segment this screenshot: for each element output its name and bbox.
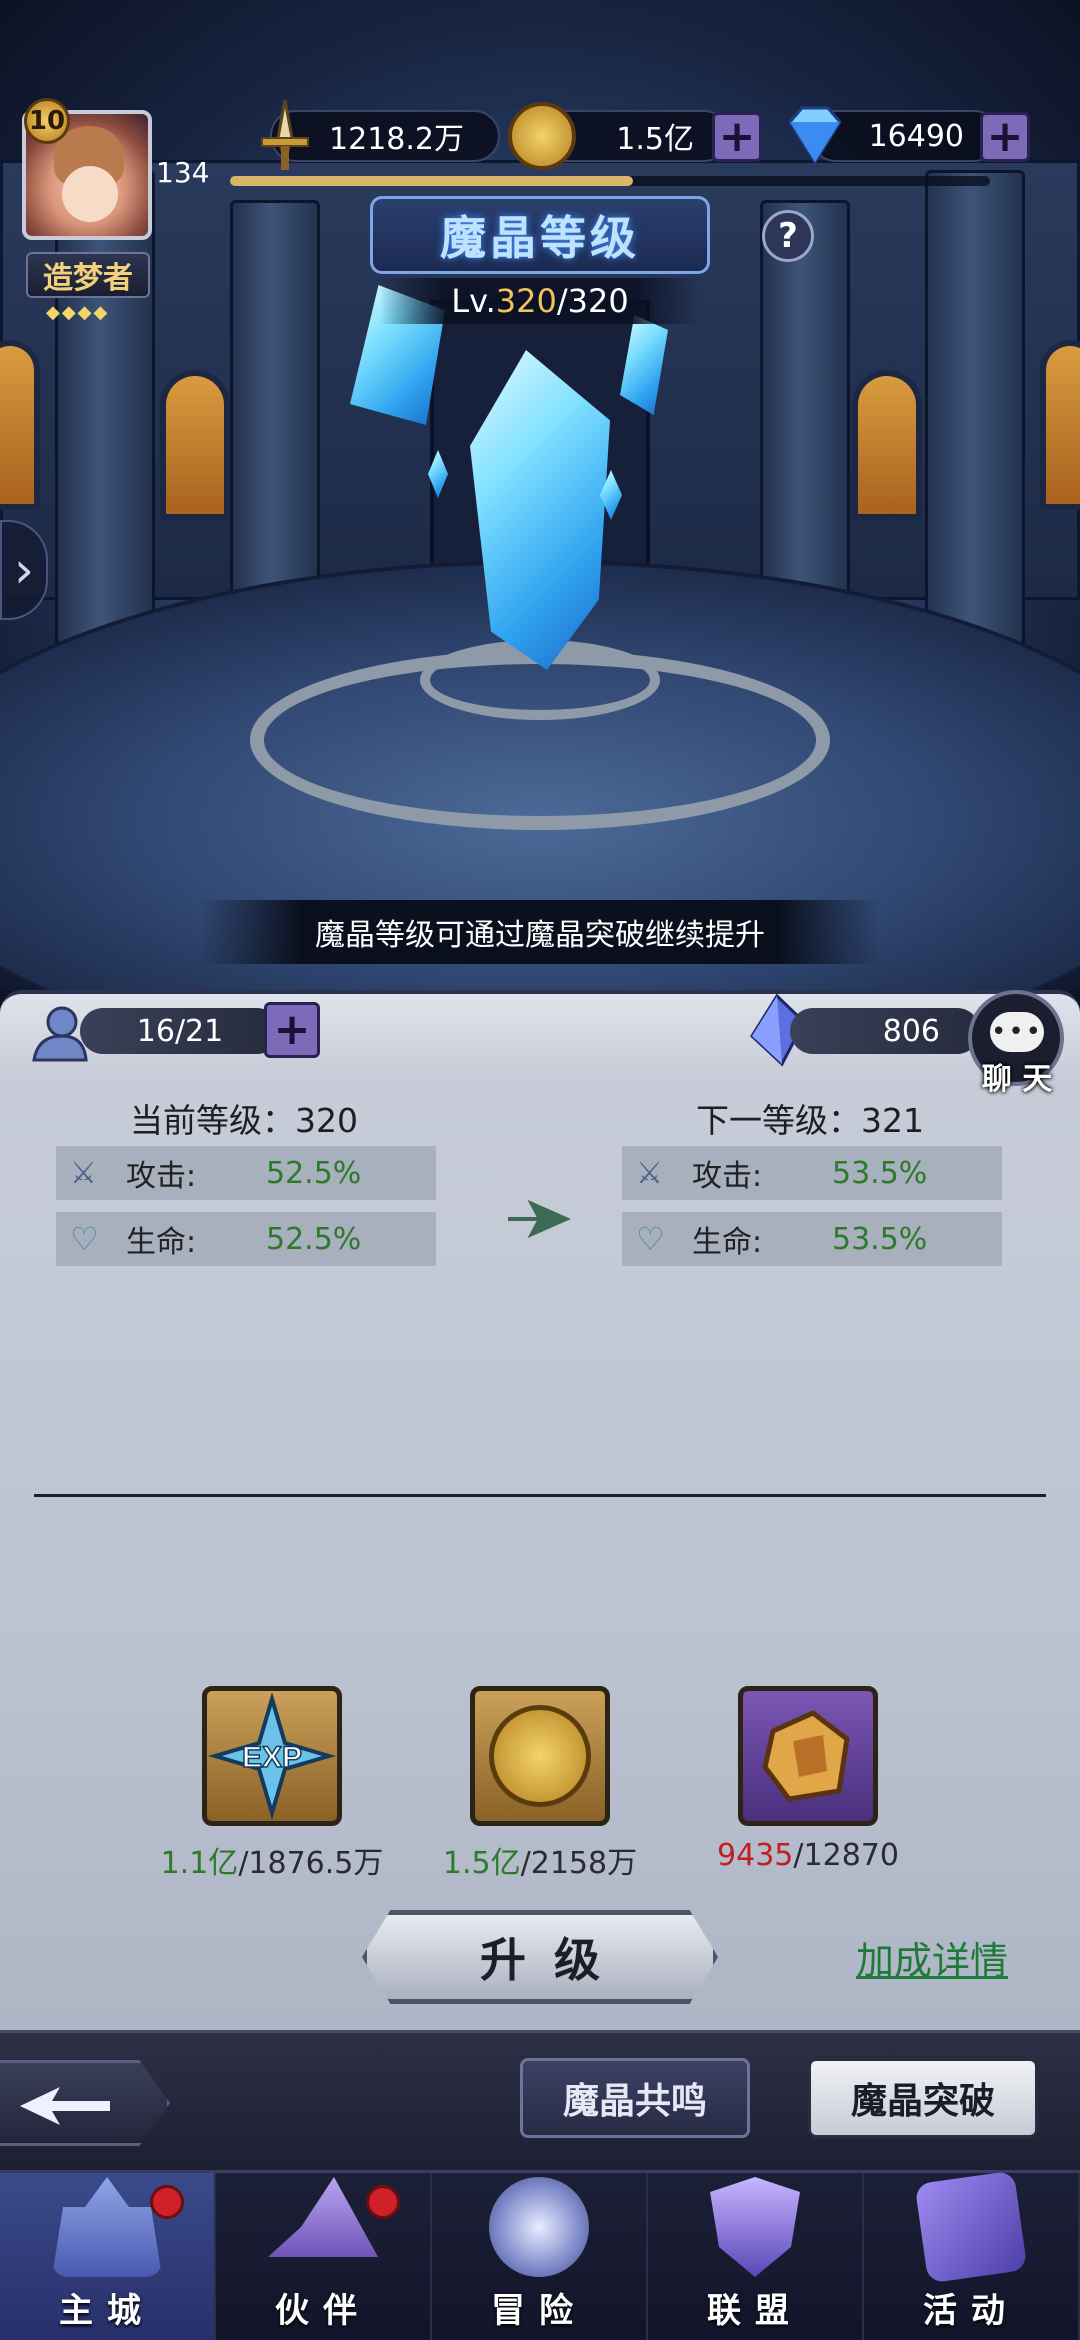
attack-label: 攻击: [692, 1159, 763, 1194]
nav-label: 伙伴 [275, 2291, 371, 2331]
window-far-right [1040, 340, 1080, 510]
shield-icon [710, 2177, 800, 2277]
nav-label: 联盟 [707, 2291, 803, 2331]
pillar [925, 170, 1025, 650]
nav-label: 活动 [923, 2291, 1019, 2331]
bottom-navigation: 主城 伙伴 冒险 联盟 活动 [0, 2170, 1080, 2340]
gold-need: /2158万 [520, 1846, 638, 1881]
nav-partners[interactable]: 伙伴 [216, 2173, 432, 2340]
add-diamond-button[interactable]: + [980, 112, 1030, 162]
next-level-heading: 下一等级：321 [696, 1101, 924, 1140]
sword-icon: ⚔ [70, 1156, 97, 1191]
nav-adventure[interactable]: 冒险 [432, 2173, 648, 2340]
crystal-level-value: Lv. 320/320 [380, 278, 700, 324]
player-title: 造梦者 [26, 252, 150, 298]
add-gold-button[interactable]: + [712, 112, 762, 162]
castle-icon [52, 2177, 162, 2277]
nav-label: 主城 [59, 2291, 155, 2331]
back-button[interactable] [0, 2060, 170, 2146]
hp-label: 生命: [692, 1225, 763, 1260]
diamond-value: 16490 [868, 118, 964, 154]
attack-label: 攻击: [126, 1159, 197, 1194]
exp-bar-track [230, 176, 990, 186]
nav-main-city[interactable]: 主城 [0, 2173, 216, 2340]
hp-label: 生命: [126, 1225, 197, 1260]
current-level-heading: 当前等级：320 [130, 1101, 358, 1140]
ore-have: 9435 [717, 1838, 794, 1873]
window-right [852, 370, 922, 520]
gold-have: 1.5亿 [442, 1846, 521, 1881]
heart-icon: ♡ [636, 1220, 665, 1258]
attack-value: 52.5% [266, 1155, 362, 1191]
help-button[interactable]: ? [762, 210, 814, 262]
ore-cost: 9435/12870 [676, 1838, 940, 1873]
nav-events[interactable]: 活动 [864, 2170, 1080, 2340]
chat-bubble-icon: ••• [990, 1012, 1044, 1052]
next-attack-row: ⚔ 攻击: 53.5% [622, 1146, 1002, 1200]
exp-cost: 1.1亿/1876.5万 [140, 1838, 404, 1882]
notification-dot [150, 2185, 184, 2219]
coin-face [489, 1705, 591, 1807]
breakthrough-button[interactable]: 魔晶突破 [808, 2058, 1038, 2138]
crystal-level-title: 魔晶等级 [370, 196, 710, 274]
current-hp-row: ♡ 生命: 52.5% [56, 1212, 436, 1266]
hero-slot-count: 16/21 [80, 1008, 280, 1054]
window-left [160, 370, 230, 520]
heart-icon: ♡ [70, 1220, 99, 1258]
exp-star-icon[interactable]: EXP [202, 1686, 342, 1826]
add-slot-button[interactable]: + [264, 1002, 320, 1058]
ore-icon[interactable] [738, 1686, 878, 1826]
level-current: 320 [495, 282, 557, 320]
chat-label: 聊 天 [981, 1062, 1053, 1097]
gold-cost: 1.5亿/2158万 [408, 1838, 672, 1882]
next-hp-row: ♡ 生命: 53.5% [622, 1212, 1002, 1266]
gold-coin-icon [508, 102, 576, 170]
cards-icon [914, 2170, 1028, 2284]
title-stars: ◆◆◆◆ [46, 302, 110, 323]
sword-icon [250, 98, 320, 178]
compass-icon [489, 2177, 589, 2277]
exp-need: /1876.5万 [238, 1846, 384, 1881]
diamond-icon [780, 100, 850, 170]
power-value: 1218.2万 [329, 122, 464, 157]
level-prefix: Lv. [451, 282, 496, 320]
level-max: /320 [556, 282, 629, 320]
current-attack-row: ⚔ 攻击: 52.5% [56, 1146, 436, 1200]
upgrade-button[interactable]: 升级 [362, 1910, 718, 2004]
pillar [760, 200, 850, 620]
player-level-badge: 10 [24, 98, 70, 144]
crystal-count: 806 [790, 1008, 980, 1054]
arrow-right-icon [504, 1198, 574, 1240]
top-resource-bar: 134 1218.2万 1.5亿 + 16490 + [0, 60, 1080, 190]
hp-value: 52.5% [266, 1221, 362, 1257]
pillar [230, 200, 320, 620]
avatar-face [62, 166, 118, 222]
pillar [55, 170, 155, 650]
sword-icon: ⚔ [636, 1156, 663, 1191]
bonus-details-link[interactable]: 加成详情 [856, 1930, 1008, 1985]
hp-value: 53.5% [832, 1221, 928, 1257]
gold-coin-icon[interactable] [470, 1686, 610, 1826]
svg-text:EXP: EXP [242, 1741, 302, 1774]
player-exp: 134 [156, 156, 210, 189]
gold-value: 1.5亿 [616, 122, 694, 157]
nav-label: 冒险 [491, 2291, 587, 2331]
scene-caption: 魔晶等级可通过魔晶突破继续提升 [200, 900, 880, 964]
ore-need: /12870 [793, 1838, 899, 1873]
exp-have: 1.1亿 [160, 1846, 239, 1881]
resonance-button[interactable]: 魔晶共鸣 [520, 2058, 750, 2138]
window-far-left [0, 340, 40, 510]
witch-hat-icon [268, 2177, 378, 2257]
attack-value: 53.5% [832, 1155, 928, 1191]
divider [34, 1494, 1046, 1497]
nav-alliance[interactable]: 联盟 [648, 2173, 864, 2340]
notification-dot [366, 2185, 400, 2219]
